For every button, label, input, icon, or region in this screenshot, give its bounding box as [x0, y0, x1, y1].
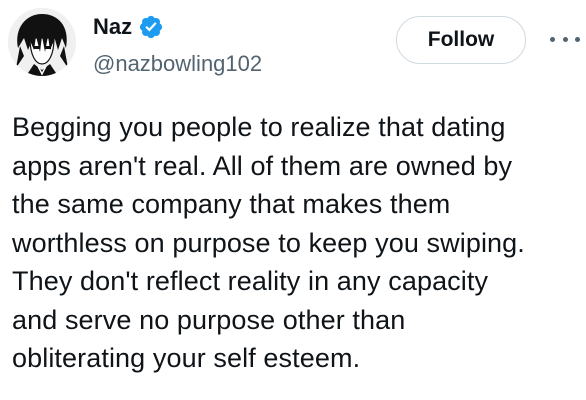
tweet-text-line: Begging you people to realize that datin… — [12, 112, 506, 142]
follow-button[interactable]: Follow — [396, 16, 526, 64]
author-name-row: Naz — [93, 12, 164, 42]
tweet-text-line: apps aren't real. All of them are owned … — [12, 150, 513, 181]
tweet-text-line: worthless on purpose to keep you swiping… — [12, 227, 525, 258]
tweet-text: Begging you people to realize that datin… — [12, 108, 582, 378]
anime-character-avatar-icon — [8, 8, 76, 76]
dot — [562, 36, 568, 42]
tweet-card: Naz @nazbowling102 Follow Begging you pe… — [0, 0, 586, 400]
more-horizontal-icon[interactable] — [550, 28, 580, 50]
dot — [550, 36, 555, 42]
dot — [575, 36, 580, 42]
author-handle[interactable]: @nazbowling102 — [93, 50, 262, 78]
avatar[interactable] — [8, 8, 76, 76]
verified-badge-icon — [140, 15, 163, 39]
author-display-name[interactable]: Naz — [93, 13, 132, 41]
tweet-text-line: and serve no purpose other than — [12, 304, 406, 335]
tweet-text-line: obliterating your self esteem. — [12, 343, 361, 373]
tweet-text-line: They don't reflect reality in any capaci… — [12, 266, 489, 296]
tweet-text-line: the same company that makes them — [12, 189, 451, 219]
